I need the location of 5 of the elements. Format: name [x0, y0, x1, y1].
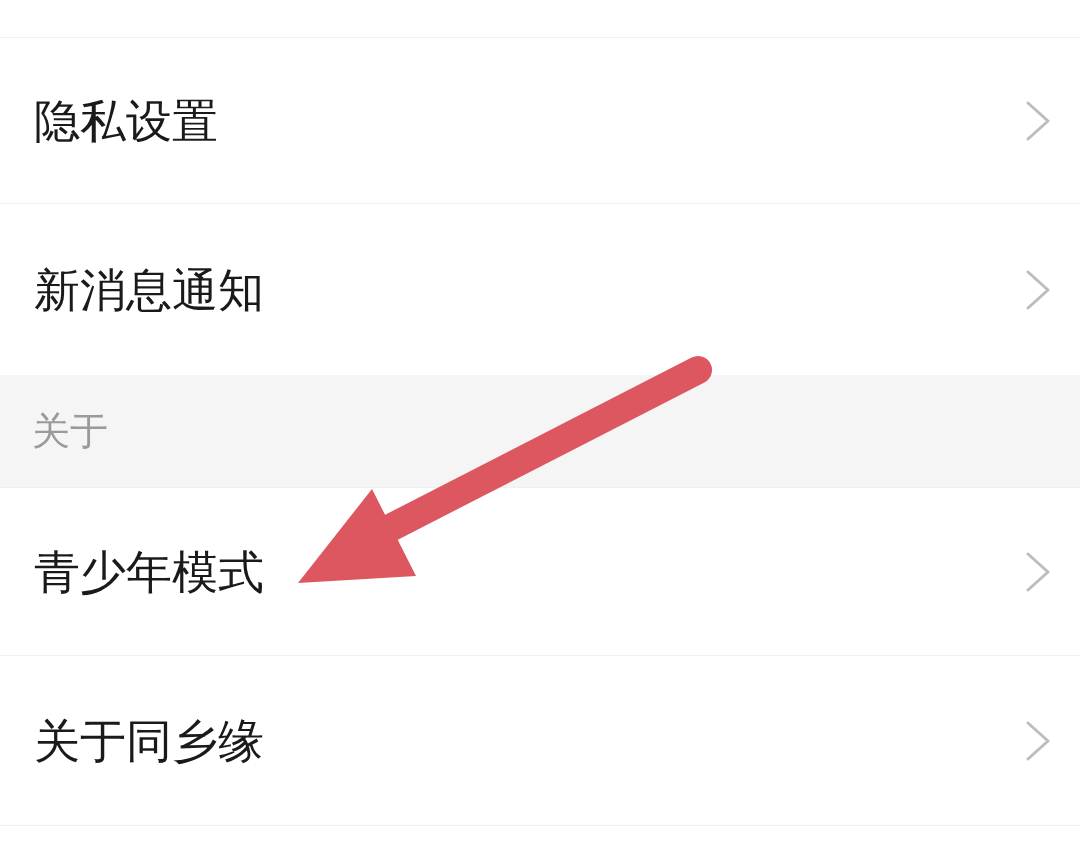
chevron-right-icon [1026, 100, 1050, 141]
section-header: 关于 [0, 375, 1080, 487]
chevron-right-icon [1026, 269, 1050, 310]
chevron-right-icon [1026, 720, 1050, 761]
chevron-right-icon [1026, 551, 1050, 592]
